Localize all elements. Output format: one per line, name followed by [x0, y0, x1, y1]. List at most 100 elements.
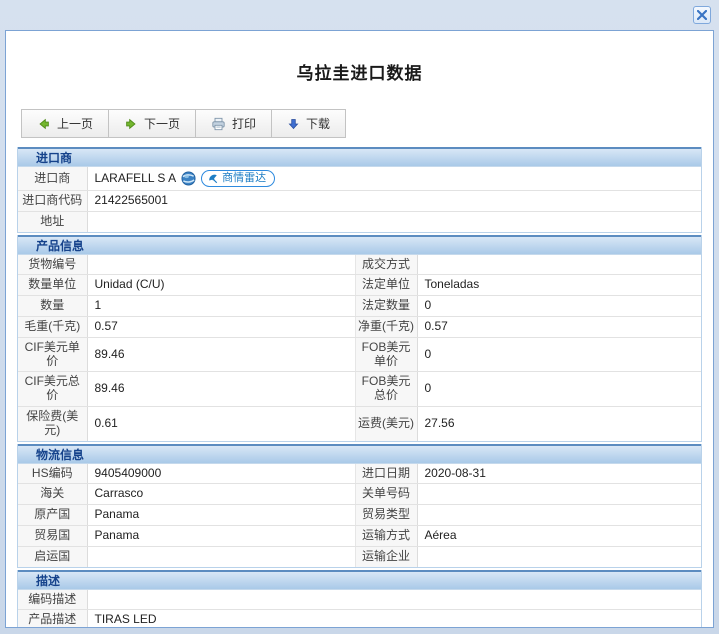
quantity-unit-value: Unidad (C/U): [87, 275, 355, 296]
code-description-label: 编码描述: [18, 590, 87, 610]
table-row: 贸易国 Panama 运输方式 Aérea: [18, 525, 701, 546]
cif-unit-price-value: 89.46: [87, 337, 355, 372]
importer-table: 进口商 LARAFELL S A: [18, 167, 701, 232]
gross-weight-label: 毛重(千克): [18, 316, 87, 337]
product-info-section: 产品信息 货物编号 成交方式 数量单位 Unidad (C/U) 法定单位 To…: [17, 235, 702, 442]
transport-mode-value: Aérea: [417, 525, 701, 546]
declaration-number-value: [417, 484, 701, 505]
table-row: 原产国 Panama 贸易类型: [18, 505, 701, 526]
table-row: 产品描述 TIRAS LED: [18, 610, 701, 628]
business-radar-badge[interactable]: 商情雷达: [201, 170, 275, 187]
origin-country-value: Panama: [87, 505, 355, 526]
print-button[interactable]: 打印: [196, 110, 272, 137]
print-label: 打印: [232, 115, 256, 132]
logistics-table: HS编码 9405409000 进口日期 2020-08-31 海关 Carra…: [18, 464, 701, 567]
download-label: 下载: [306, 115, 330, 132]
importer-section-title: 进口商: [18, 147, 701, 167]
importer-code-value: 21422565001: [87, 191, 701, 212]
freight-fee-value: 27.56: [417, 406, 701, 440]
description-section-title: 描述: [18, 570, 701, 590]
cif-total-price-label: CIF美元总价: [18, 372, 87, 407]
legal-unit-label: 法定单位: [355, 275, 417, 296]
code-description-value: [87, 590, 701, 610]
net-weight-label: 净重(千克): [355, 316, 417, 337]
declaration-number-label: 关单号码: [355, 484, 417, 505]
quantity-unit-label: 数量单位: [18, 275, 87, 296]
logistics-info-section: 物流信息 HS编码 9405409000 进口日期 2020-08-31 海关 …: [17, 444, 702, 568]
table-row: 地址: [18, 211, 701, 231]
prev-page-button[interactable]: 上一页: [22, 110, 109, 137]
product-description-label: 产品描述: [18, 610, 87, 628]
customs-label: 海关: [18, 484, 87, 505]
cargo-number-value: [87, 255, 355, 275]
dialog-panel: 乌拉圭进口数据 上一页 下一页: [5, 30, 714, 628]
radar-icon: [207, 173, 219, 185]
close-icon[interactable]: [693, 6, 711, 24]
table-row: 启运国 运输企业: [18, 546, 701, 566]
trade-country-value: Panama: [87, 525, 355, 546]
fob-unit-price-value: 0: [417, 337, 701, 372]
import-date-value: 2020-08-31: [417, 464, 701, 484]
transport-mode-label: 运输方式: [355, 525, 417, 546]
table-row: 货物编号 成交方式: [18, 255, 701, 275]
net-weight-value: 0.57: [417, 316, 701, 337]
logistics-section-title: 物流信息: [18, 444, 701, 464]
close-x-glyph: [697, 10, 707, 20]
table-row: 海关 Carrasco 关单号码: [18, 484, 701, 505]
insurance-fee-label: 保险费(美元): [18, 406, 87, 440]
table-row: CIF美元总价 89.46 FOB美元总价 0: [18, 372, 701, 407]
transaction-mode-label: 成交方式: [355, 255, 417, 275]
freight-fee-label: 运费(美元): [355, 406, 417, 440]
prev-page-label: 上一页: [57, 115, 93, 132]
fob-total-price-value: 0: [417, 372, 701, 407]
legal-unit-value: Toneladas: [417, 275, 701, 296]
table-row: 数量 1 法定数量 0: [18, 296, 701, 317]
cif-unit-price-label: CIF美元单价: [18, 337, 87, 372]
importer-name-label: 进口商: [18, 167, 87, 191]
quantity-label: 数量: [18, 296, 87, 317]
fob-total-price-label: FOB美元总价: [355, 372, 417, 407]
address-label: 地址: [18, 211, 87, 231]
departure-country-value: [87, 546, 355, 566]
table-row: 数量单位 Unidad (C/U) 法定单位 Toneladas: [18, 275, 701, 296]
table-row: CIF美元单价 89.46 FOB美元单价 0: [18, 337, 701, 372]
transport-company-label: 运输企业: [355, 546, 417, 566]
trade-country-label: 贸易国: [18, 525, 87, 546]
departure-country-label: 启运国: [18, 546, 87, 566]
table-row: 进口商 LARAFELL S A: [18, 167, 701, 191]
blue-down-arrow-icon: [287, 117, 300, 131]
globe-icon[interactable]: [181, 171, 196, 186]
legal-quantity-label: 法定数量: [355, 296, 417, 317]
data-sections: 进口商 进口商 LARAFELL S A: [17, 147, 702, 628]
transaction-mode-value: [417, 255, 701, 275]
importer-name-value: LARAFELL S A: [95, 172, 177, 186]
table-row: 进口商代码 21422565001: [18, 191, 701, 212]
next-page-label: 下一页: [144, 115, 180, 132]
description-section: 描述 编码描述 产品描述 TIRAS LED: [17, 570, 702, 628]
cif-total-price-value: 89.46: [87, 372, 355, 407]
import-date-label: 进口日期: [355, 464, 417, 484]
green-left-arrow-icon: [37, 117, 51, 131]
table-row: 保险费(美元) 0.61 运费(美元) 27.56: [18, 406, 701, 440]
next-page-button[interactable]: 下一页: [109, 110, 196, 137]
product-description-value: TIRAS LED: [87, 610, 701, 628]
product-table: 货物编号 成交方式 数量单位 Unidad (C/U) 法定单位 Tonelad…: [18, 255, 701, 441]
hs-code-label: HS编码: [18, 464, 87, 484]
address-value: [87, 211, 701, 231]
trade-type-value: [417, 505, 701, 526]
printer-icon: [211, 117, 226, 131]
radar-badge-label: 商情雷达: [222, 172, 266, 185]
page-title: 乌拉圭进口数据: [6, 59, 713, 84]
gross-weight-value: 0.57: [87, 316, 355, 337]
importer-section: 进口商 进口商 LARAFELL S A: [17, 147, 702, 233]
origin-country-label: 原产国: [18, 505, 87, 526]
download-button[interactable]: 下载: [272, 110, 345, 137]
table-row: 毛重(千克) 0.57 净重(千克) 0.57: [18, 316, 701, 337]
table-row: HS编码 9405409000 进口日期 2020-08-31: [18, 464, 701, 484]
importer-code-label: 进口商代码: [18, 191, 87, 212]
quantity-value: 1: [87, 296, 355, 317]
green-right-arrow-icon: [124, 117, 138, 131]
description-table: 编码描述 产品描述 TIRAS LED: [18, 590, 701, 628]
import-data-dialog: 乌拉圭进口数据 上一页 下一页: [0, 0, 719, 634]
fob-unit-price-label: FOB美元单价: [355, 337, 417, 372]
